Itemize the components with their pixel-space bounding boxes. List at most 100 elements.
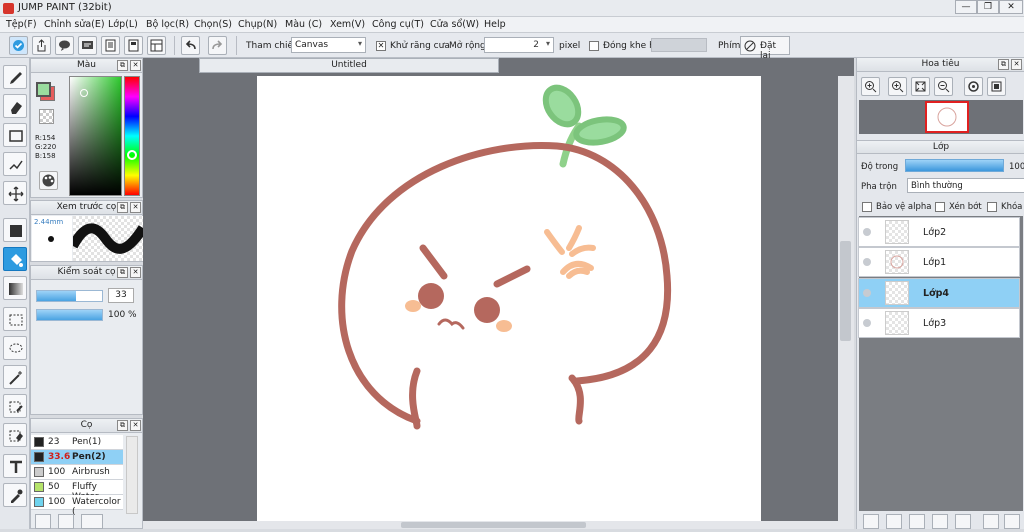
panel-expand-icon[interactable]: ⧉ [998,59,1009,70]
visibility-icon[interactable] [863,289,871,297]
panel-expand-icon[interactable]: ⧉ [117,60,128,71]
lock-checkbox[interactable] [987,202,997,212]
menu-edit[interactable]: Chỉnh sửa(E) [44,19,105,30]
transparent-color-swatch[interactable] [39,109,54,124]
brush-item-selected[interactable]: 33.6 Pen(2) [31,450,123,465]
hue-slider-thumb[interactable] [127,150,137,160]
check-icon[interactable] [9,36,28,55]
panel-expand-icon[interactable]: ⧉ [117,267,128,278]
fit-screen-icon[interactable] [911,77,930,96]
blend-mode-dropdown[interactable]: Bình thường [907,178,1024,193]
fill-rect-tool-icon[interactable] [3,218,27,242]
menu-file[interactable]: Tệp(F) [6,19,37,30]
foreground-color-swatch[interactable] [36,82,51,97]
eyedropper-tool-icon[interactable] [3,483,27,507]
select-pen-tool-icon[interactable] [3,394,27,418]
magic-wand-tool-icon[interactable] [3,365,27,389]
line-tool-icon[interactable] [3,152,27,176]
share-icon[interactable] [32,36,51,55]
navigator-viewport[interactable] [925,101,969,133]
close-gap-checkbox[interactable] [589,41,599,51]
antialias-checkbox[interactable]: ✕ [376,41,386,51]
gap-slider[interactable] [651,38,707,52]
menu-tools[interactable]: Công cụ(T) [372,19,424,30]
clipping-checkbox[interactable] [935,202,945,212]
rotate-icon[interactable] [964,77,983,96]
vertical-scrollbar[interactable] [838,76,854,529]
brush-item[interactable]: 100 Airbrush [31,465,123,480]
visibility-icon[interactable] [863,228,871,236]
reset-button[interactable]: Đặt lại [740,36,790,61]
zoom-in-icon[interactable] [861,77,880,96]
drawing-canvas[interactable] [257,76,761,529]
new-layer-icon[interactable] [863,514,879,529]
undo-icon[interactable] [181,36,200,55]
panel-expand-icon[interactable]: ⧉ [117,420,128,431]
layout-icon[interactable] [147,36,166,55]
protect-alpha-checkbox[interactable] [862,202,872,212]
panel-close-icon[interactable]: ✕ [130,60,141,71]
new-folder-icon[interactable] [955,514,971,529]
new-brush-icon[interactable] [58,514,74,529]
rect-select-tool-icon[interactable] [3,307,27,331]
menu-view[interactable]: Xem(V) [330,19,365,30]
visibility-icon[interactable] [863,258,871,266]
panel-close-icon[interactable]: ✕ [1011,59,1022,70]
merge-layer-icon[interactable] [909,514,925,529]
select-eraser-tool-icon[interactable] [3,423,27,447]
saturation-value-picker[interactable] [69,76,122,196]
move-tool-icon[interactable] [3,181,27,205]
hue-slider[interactable] [124,76,140,196]
comment-icon[interactable] [55,36,74,55]
brush-tool-icon[interactable] [3,65,27,89]
lasso-tool-icon[interactable] [3,336,27,360]
panel-expand-icon[interactable]: ⧉ [117,202,128,213]
layer-copy-icon[interactable] [983,514,999,529]
menu-window[interactable]: Cửa sổ(W) [430,19,479,30]
maximize-button[interactable]: ❐ [977,0,999,14]
menu-filter[interactable]: Bộ lọc(R) [146,19,189,30]
layer-opacity-slider[interactable] [905,159,1004,172]
expand-input[interactable]: 2 [484,37,554,53]
reference-dropdown[interactable]: Canvas [291,37,366,53]
horizontal-scrollbar[interactable] [143,521,838,529]
horizontal-scroll-thumb[interactable] [401,522,586,528]
brush-menu-icon[interactable] [81,514,103,529]
vertical-scroll-thumb[interactable] [840,241,851,341]
flip-icon[interactable] [987,77,1006,96]
zoom-in-alt-icon[interactable] [888,77,907,96]
menu-capture[interactable]: Chụp(N) [238,19,277,30]
panel-close-icon[interactable]: ✕ [130,420,141,431]
layer-mask-icon[interactable] [932,514,948,529]
menu-color[interactable]: Màu (C) [285,19,322,30]
brush-item[interactable]: 100 Watercolor ( [31,495,123,517]
text-tool-icon[interactable] [3,454,27,478]
menu-select[interactable]: Chọn(S) [194,19,232,30]
panel-close-icon[interactable]: ✕ [130,267,141,278]
delete-layer-icon[interactable] [1004,514,1020,529]
page-icon[interactable] [124,36,143,55]
navigator-preview[interactable] [859,100,1023,134]
menu-layer[interactable]: Lớp(L) [108,19,138,30]
zoom-out-icon[interactable] [934,77,953,96]
close-button[interactable]: ✕ [999,0,1023,14]
redo-icon[interactable] [208,36,227,55]
eraser-tool-icon[interactable] [3,94,27,118]
layer-row[interactable]: Lớp1 [858,247,1020,277]
document-icon[interactable] [101,36,120,55]
panel-close-icon[interactable]: ✕ [130,202,141,213]
duplicate-layer-icon[interactable] [886,514,902,529]
palette-button[interactable] [39,171,58,190]
brush-list-scrollbar[interactable] [126,436,138,514]
visibility-icon[interactable] [863,319,871,327]
layer-row-selected[interactable]: Lớp4 [858,278,1020,308]
message-icon[interactable] [78,36,97,55]
menu-help[interactable]: Help [484,19,506,30]
bucket-tool-icon[interactable] [3,247,27,271]
brush-settings-icon[interactable] [35,514,51,529]
brush-opacity-slider[interactable] [36,309,103,321]
brush-size-slider[interactable] [36,290,103,302]
document-tab[interactable]: Untitled [199,58,499,73]
layer-row[interactable]: Lớp2 [858,217,1020,247]
brush-item[interactable]: 23 Pen(1) [31,435,123,450]
